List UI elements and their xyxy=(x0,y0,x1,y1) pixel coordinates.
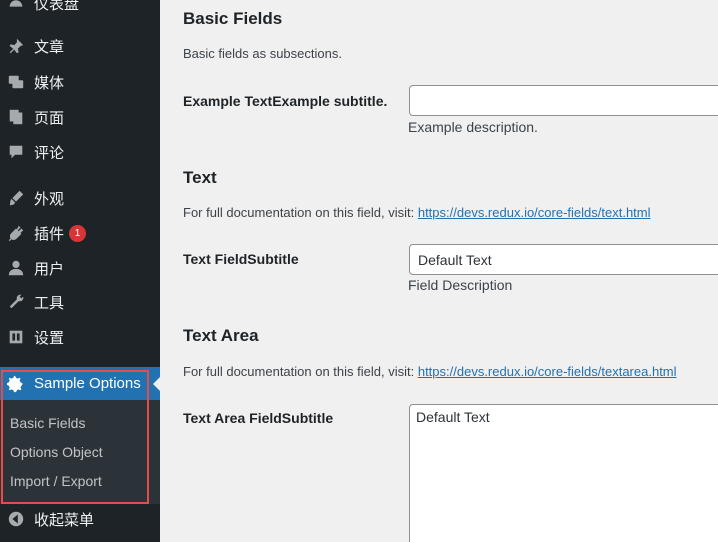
sidebar-item-users[interactable]: 用户 xyxy=(0,253,160,283)
sample-options-submenu: Basic Fields Options Object Import / Exp… xyxy=(0,400,160,504)
submenu-item-import-export[interactable]: Import / Export xyxy=(10,469,102,493)
section-title-text: Text xyxy=(183,168,217,187)
sidebar-item-plugins[interactable]: 插件 1 xyxy=(0,218,160,248)
sidebar-item-settings[interactable]: 设置 xyxy=(0,322,160,352)
settings-icon xyxy=(6,327,26,347)
submenu-item-basic-fields[interactable]: Basic Fields xyxy=(10,411,85,435)
sidebar-item-label: 用户 xyxy=(34,260,65,278)
dashboard-icon xyxy=(6,0,26,13)
tools-icon xyxy=(6,292,26,312)
sidebar-item-label: 页面 xyxy=(34,109,65,127)
collapse-icon xyxy=(6,509,26,529)
admin-sidebar: 仪表盘 文章 媒体 页面 评论 外观 插件 1 用户 工具 设置 Sample … xyxy=(0,0,161,542)
users-icon xyxy=(6,258,26,278)
sidebar-item-dashboard[interactable]: 仪表盘 xyxy=(0,0,160,18)
sidebar-item-tools[interactable]: 工具 xyxy=(0,287,160,317)
section-doc-text: For full documentation on this field, vi… xyxy=(183,205,651,220)
sidebar-item-label: 外观 xyxy=(34,190,65,208)
section-doc-text-area: For full documentation on this field, vi… xyxy=(183,364,677,379)
sidebar-item-sample-options[interactable]: Sample Options xyxy=(0,367,160,400)
example-text-input[interactable] xyxy=(409,85,718,116)
doc-link-textarea[interactable]: https://devs.redux.io/core-fields/textar… xyxy=(418,364,677,379)
collapse-menu-label: 收起菜单 xyxy=(34,511,95,529)
doc-prefix: For full documentation on this field, vi… xyxy=(183,205,418,220)
sidebar-item-label: 仪表盘 xyxy=(34,0,80,13)
field-description-text: Field Description xyxy=(408,277,513,293)
sidebar-item-posts[interactable]: 文章 xyxy=(0,31,160,61)
appearance-icon xyxy=(6,188,26,208)
plugins-icon xyxy=(6,223,26,243)
sidebar-item-label: 设置 xyxy=(34,329,65,347)
plugin-update-badge: 1 xyxy=(69,224,87,242)
pages-icon xyxy=(6,107,26,127)
field-label-example-text: Example TextExample subtitle. xyxy=(183,93,388,109)
doc-link-text[interactable]: https://devs.redux.io/core-fields/text.h… xyxy=(418,205,651,220)
media-icon xyxy=(6,72,26,92)
sidebar-item-label: 插件 xyxy=(34,225,65,243)
sidebar-item-pages[interactable]: 页面 xyxy=(0,102,160,132)
sidebar-item-label: 媒体 xyxy=(34,74,65,92)
field-description-example: Example description. xyxy=(408,119,538,135)
field-label-text: Text FieldSubtitle xyxy=(183,251,299,267)
section-title-basic-fields: Basic Fields xyxy=(183,9,283,28)
text-field-input[interactable]: Default Text xyxy=(409,244,718,275)
sidebar-item-media[interactable]: 媒体 xyxy=(0,67,160,97)
options-panel: Basic Fields Basic fields as subsections… xyxy=(160,0,718,542)
doc-prefix: For full documentation on this field, vi… xyxy=(183,364,418,379)
pin-icon xyxy=(6,36,26,56)
gear-icon xyxy=(6,374,26,394)
sidebar-item-label: 工具 xyxy=(34,294,65,312)
sidebar-item-appearance[interactable]: 外观 xyxy=(0,183,160,213)
field-label-text-area: Text Area FieldSubtitle xyxy=(183,410,334,426)
sidebar-item-label: Sample Options xyxy=(34,375,141,392)
sidebar-item-comments[interactable]: 评论 xyxy=(0,137,160,167)
submenu-item-options-object[interactable]: Options Object xyxy=(10,440,103,464)
section-title-text-area: Text Area xyxy=(183,326,259,345)
section-description-basic-fields: Basic fields as subsections. xyxy=(183,46,342,61)
text-area-input[interactable]: Default Text xyxy=(409,404,718,542)
comments-icon xyxy=(6,142,26,162)
collapse-menu-button[interactable]: 收起菜单 xyxy=(0,504,160,534)
sidebar-item-label: 评论 xyxy=(34,144,65,162)
sidebar-item-label: 文章 xyxy=(34,38,65,56)
